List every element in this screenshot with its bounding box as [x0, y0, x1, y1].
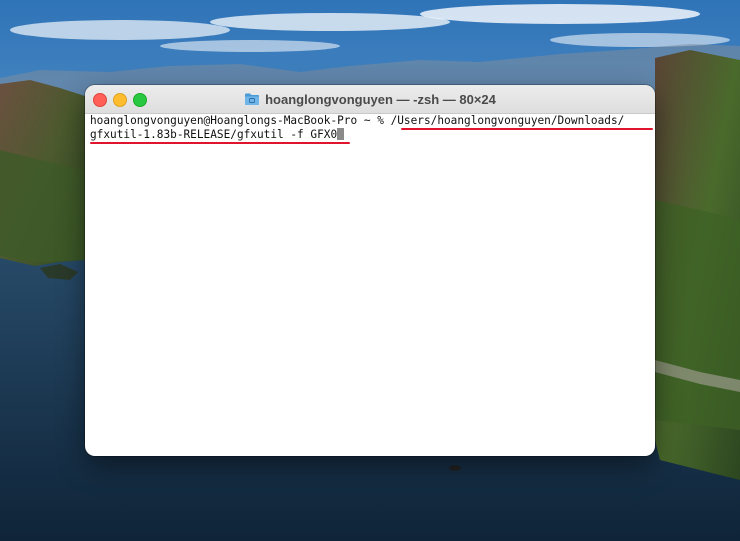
- terminal-window[interactable]: hoanglongvonguyen — -zsh — 80×24 hoanglo…: [85, 85, 655, 456]
- window-title: hoanglongvonguyen — -zsh — 80×24: [265, 91, 496, 107]
- window-title-group: hoanglongvonguyen — -zsh — 80×24: [85, 85, 655, 113]
- folder-icon: [245, 93, 260, 105]
- command-path-part1: /Users/hoanglongvonguyen/Downloads/: [390, 114, 625, 127]
- terminal-line-1: hoanglongvonguyen@Hoanglongs-MacBook-Pro…: [90, 114, 653, 130]
- text-cursor: [337, 128, 345, 140]
- shell-prompt: hoanglongvonguyen@Hoanglongs-MacBook-Pro…: [90, 114, 391, 127]
- terminal-line-2: gfxutil-1.83b-RELEASE/gfxutil -f GFX0: [90, 128, 650, 144]
- terminal-output[interactable]: hoanglongvonguyen@Hoanglongs-MacBook-Pro…: [90, 114, 653, 456]
- window-titlebar[interactable]: hoanglongvonguyen — -zsh — 80×24: [85, 85, 655, 114]
- annotation-underline-2: [90, 142, 350, 144]
- command-path-part2: gfxutil-1.83b-RELEASE/gfxutil -f GFX0: [90, 128, 338, 141]
